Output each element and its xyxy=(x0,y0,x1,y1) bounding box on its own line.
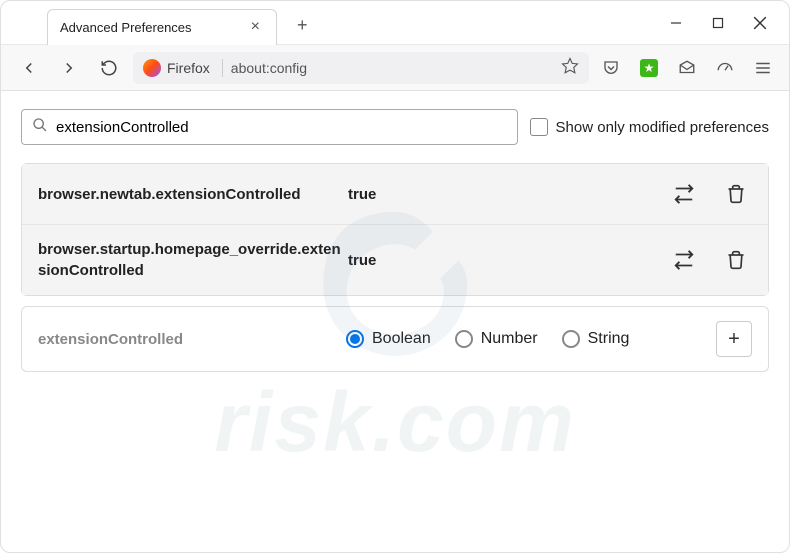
type-option-number[interactable]: Number xyxy=(455,330,538,348)
bookmark-star-icon[interactable] xyxy=(561,57,579,78)
delete-button[interactable] xyxy=(720,178,752,210)
preference-row: browser.newtab.extensionControlled true xyxy=(22,164,768,225)
search-box[interactable] xyxy=(21,109,518,145)
search-input[interactable] xyxy=(56,119,507,136)
add-button[interactable]: + xyxy=(716,321,752,357)
radio-icon[interactable] xyxy=(346,330,364,348)
type-radio-group: Boolean Number String xyxy=(346,330,698,348)
url-bar[interactable]: Firefox about:config xyxy=(133,52,589,84)
preference-row: browser.startup.homepage_override.extens… xyxy=(22,225,768,295)
radio-label: Boolean xyxy=(372,330,431,348)
preference-value: true xyxy=(348,252,668,269)
toggle-button[interactable] xyxy=(668,244,700,276)
preference-results: browser.newtab.extensionControlled true … xyxy=(21,163,769,296)
delete-button[interactable] xyxy=(720,244,752,276)
extension-icon[interactable]: ★ xyxy=(635,54,663,82)
toggle-button[interactable] xyxy=(668,178,700,210)
row-actions xyxy=(668,178,752,210)
inbox-icon[interactable] xyxy=(673,54,701,82)
search-icon xyxy=(32,117,48,138)
radio-label: Number xyxy=(481,330,538,348)
preference-name: browser.startup.homepage_override.extens… xyxy=(38,239,348,281)
preference-name: browser.newtab.extensionControlled xyxy=(38,184,348,205)
radio-icon[interactable] xyxy=(455,330,473,348)
radio-label: String xyxy=(588,330,630,348)
menu-icon[interactable] xyxy=(749,54,777,82)
url-identity: Firefox xyxy=(143,59,223,77)
browser-toolbar: Firefox about:config ★ xyxy=(1,45,789,91)
row-actions xyxy=(668,244,752,276)
watermark-text: risk.com xyxy=(214,373,576,470)
pocket-icon[interactable] xyxy=(597,54,625,82)
checkbox-icon[interactable] xyxy=(530,118,548,136)
forward-button[interactable] xyxy=(53,52,85,84)
new-preference-name: extensionControlled xyxy=(38,331,328,348)
title-bar: Advanced Preferences × + xyxy=(1,1,789,45)
firefox-logo-icon xyxy=(143,59,161,77)
tab-title: Advanced Preferences xyxy=(60,20,192,35)
search-row: Show only modified preferences xyxy=(21,109,769,145)
type-option-string[interactable]: String xyxy=(562,330,630,348)
close-tab-icon[interactable]: × xyxy=(247,16,264,38)
back-button[interactable] xyxy=(13,52,45,84)
close-window-button[interactable] xyxy=(751,14,769,32)
modified-only-option[interactable]: Show only modified preferences xyxy=(530,118,769,136)
browser-tab[interactable]: Advanced Preferences × xyxy=(47,9,277,45)
maximize-button[interactable] xyxy=(709,14,727,32)
checkbox-label-text: Show only modified preferences xyxy=(556,119,769,136)
new-tab-button[interactable]: + xyxy=(289,11,316,40)
url-text: about:config xyxy=(231,60,307,76)
minimize-button[interactable] xyxy=(667,14,685,32)
about-config-content: Show only modified preferences browser.n… xyxy=(1,109,789,372)
toolbar-right-icons: ★ xyxy=(597,54,777,82)
window-controls xyxy=(667,14,769,32)
radio-icon[interactable] xyxy=(562,330,580,348)
preference-value: true xyxy=(348,186,668,203)
url-brand-label: Firefox xyxy=(167,60,210,76)
new-preference-row: extensionControlled Boolean Number Strin… xyxy=(21,306,769,372)
reload-button[interactable] xyxy=(93,52,125,84)
speed-icon[interactable] xyxy=(711,54,739,82)
type-option-boolean[interactable]: Boolean xyxy=(346,330,431,348)
